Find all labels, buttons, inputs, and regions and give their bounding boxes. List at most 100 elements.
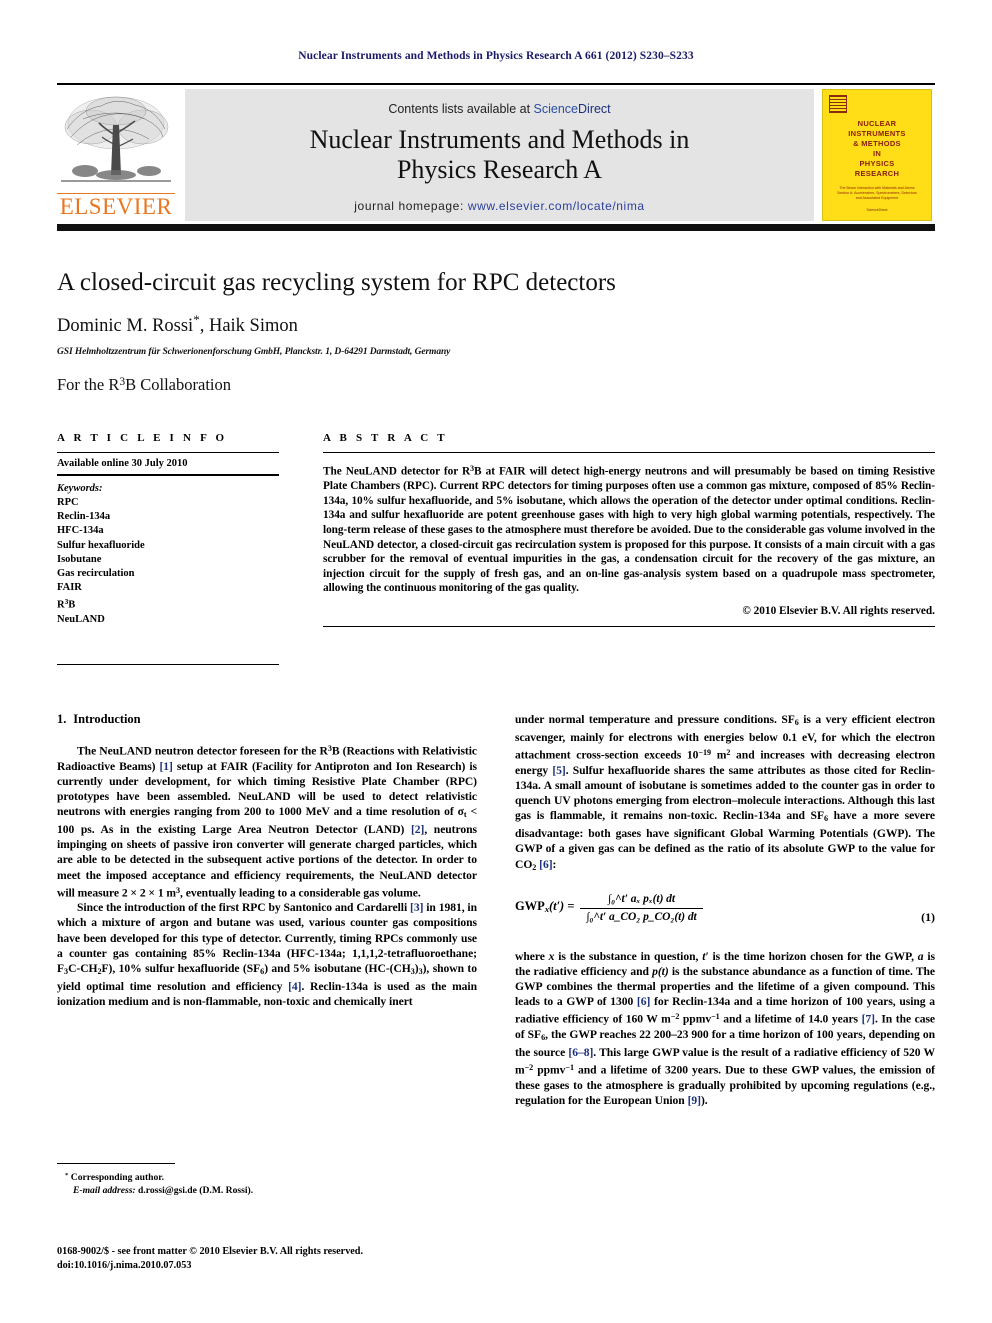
keyword-item: Sulfur hexafluoride bbox=[57, 539, 145, 551]
keyword-item-r3b: R3B bbox=[57, 597, 76, 611]
doi-line[interactable]: doi:10.1016/j.nima.2010.07.053 bbox=[57, 1259, 517, 1273]
cover-publisher-icon bbox=[829, 95, 847, 113]
journal-cover-thumbnail: NUCLEAR INSTRUMENTS & METHODS IN PHYSICS… bbox=[822, 89, 932, 221]
p4-h: and a lifetime of 14.0 years bbox=[719, 1012, 862, 1026]
sciencedirect-link-direct[interactable]: Direct bbox=[578, 102, 611, 116]
keywords-list: RPC Reclin-134a HFC-134a Sulfur hexafluo… bbox=[57, 496, 279, 627]
corresponding-author-note: * Corresponding author. bbox=[57, 1169, 477, 1184]
keyword-item: FAIR bbox=[57, 582, 82, 594]
journal-banner: Contents lists available at ScienceDirec… bbox=[185, 89, 814, 221]
citation-ref-1[interactable]: [1] bbox=[160, 760, 173, 773]
cover-subtitle: The Beam Interaction with Materials and … bbox=[837, 186, 917, 200]
collaboration-pre: For the R bbox=[57, 375, 120, 395]
available-online: Available online 30 July 2010 bbox=[57, 458, 188, 469]
abstract-part-2: B at FAIR will detect high-energy neutro… bbox=[323, 465, 936, 595]
citation-ref-7[interactable]: [7] bbox=[862, 1013, 875, 1026]
p4-sup3: −2 bbox=[524, 1062, 534, 1072]
equation-body: GWPx(t′) = ∫₀^t′ aₓ pₓ(t) dt ∫₀^t′ a_CO₂… bbox=[515, 892, 703, 925]
equation-lhs-arg: (t′) = bbox=[549, 899, 575, 914]
contents-available-line: Contents lists available at ScienceDirec… bbox=[185, 89, 814, 116]
contents-label: Contents lists available at bbox=[388, 102, 534, 116]
paragraph-2: Since the introduction of the first RPC … bbox=[57, 900, 477, 1009]
elsevier-wordmark: ELSEVIER bbox=[57, 193, 175, 219]
article-info-column: A R T I C L E I N F O Available online 3… bbox=[57, 432, 279, 627]
footnote-block: * Corresponding author. E-mail address: … bbox=[57, 1163, 477, 1197]
abstract-rule-bottom bbox=[323, 625, 935, 627]
keyword-item: RPC bbox=[57, 497, 79, 508]
equation-lhs-text: GWP bbox=[515, 899, 545, 914]
cover-title: NUCLEAR INSTRUMENTS & METHODS IN PHYSICS… bbox=[823, 113, 931, 179]
p4-var-pt: p(t) bbox=[652, 964, 669, 978]
collaboration-line: For the R3B Collaboration bbox=[57, 375, 935, 395]
citation-ref-4[interactable]: [4] bbox=[288, 980, 301, 993]
cover-title-line-3: IN bbox=[872, 149, 882, 158]
p4-g: ppmv bbox=[679, 1012, 712, 1026]
article-info-rule-mid bbox=[57, 474, 279, 476]
footnote-marker: * bbox=[65, 1172, 69, 1179]
email-value[interactable]: d.rossi@gsi.de (D.M. Rossi). bbox=[136, 1185, 253, 1196]
p3-a: under normal temperature and pressure co… bbox=[515, 713, 795, 726]
abstract-text: The NeuLAND detector for R3B at FAIR wil… bbox=[323, 462, 935, 596]
cover-title-line-4: PHYSICS bbox=[859, 159, 895, 168]
keyword-item: Isobutane bbox=[57, 553, 102, 565]
sciencedirect-link-science[interactable]: Science bbox=[534, 102, 578, 116]
cover-title-line-5: RESEARCH bbox=[854, 169, 900, 178]
citation-ref-2[interactable]: [2] bbox=[411, 823, 424, 836]
abstract-rule-top bbox=[323, 452, 935, 453]
citation-ref-6[interactable]: [6] bbox=[539, 858, 552, 871]
title-block: A closed-circuit gas recycling system fo… bbox=[57, 268, 935, 395]
corresponding-author-text: Corresponding author. bbox=[70, 1172, 165, 1184]
article-info-rule-bottom bbox=[57, 664, 279, 665]
section-heading-introduction: 1. Introduction bbox=[57, 712, 477, 727]
p1-f: , eventually leading to a considerable g… bbox=[180, 886, 421, 900]
article-info-heading: A R T I C L E I N F O bbox=[57, 432, 228, 444]
paragraph-3: under normal temperature and pressure co… bbox=[515, 712, 935, 875]
paper-title: A closed-circuit gas recycling system fo… bbox=[57, 269, 616, 296]
section-title: Introduction bbox=[73, 712, 141, 726]
keyword-item: NeuLAND bbox=[57, 613, 105, 625]
p4-c: is the time horizon chosen for the GWP, bbox=[708, 949, 918, 963]
abstract-heading: A B S T R A C T bbox=[323, 432, 448, 444]
p3-h: : bbox=[552, 857, 557, 871]
p1-a: The NeuLAND neutron detector foreseen fo… bbox=[77, 744, 328, 758]
equation-lhs: GWPx(t′) = bbox=[515, 899, 574, 917]
issn-doi-block: 0168-9002/$ - see front matter © 2010 El… bbox=[57, 1245, 517, 1273]
elsevier-tree-icon bbox=[57, 89, 175, 193]
section-number: 1. bbox=[57, 712, 67, 726]
footnote-rule bbox=[57, 1163, 175, 1164]
p4-sup4: −1 bbox=[565, 1062, 574, 1072]
abstract-column: A B S T R A C T The NeuLAND detector for… bbox=[323, 432, 935, 627]
journal-homepage-link[interactable]: www.elsevier.com/locate/nima bbox=[468, 199, 645, 213]
paragraph-1: The NeuLAND neutron detector foreseen fo… bbox=[57, 741, 477, 900]
abstract-part-1: The NeuLAND detector for R bbox=[323, 465, 471, 478]
citation-ref-9[interactable]: [9] bbox=[688, 1094, 701, 1107]
equation-number: (1) bbox=[921, 909, 935, 924]
keyword-item: Reclin-134a bbox=[57, 511, 111, 523]
masthead-top-rule bbox=[57, 83, 935, 85]
journal-homepage-line: journal homepage: www.elsevier.com/locat… bbox=[185, 199, 814, 213]
p4-b: is the substance in question, bbox=[554, 949, 703, 963]
left-column: 1. Introduction The NeuLAND neutron detec… bbox=[57, 712, 477, 1009]
keywords-heading: Keywords: bbox=[57, 483, 103, 494]
p2-d: F), 10% sulfur hexafluoride (SF bbox=[101, 961, 261, 975]
paper-page: Nuclear Instruments and Methods in Physi… bbox=[0, 0, 992, 1323]
p4-m: and a lifetime of 3200 years. Due to the… bbox=[515, 1063, 935, 1107]
cover-title-line-0: NUCLEAR bbox=[857, 119, 897, 128]
elsevier-logo: ELSEVIER bbox=[57, 89, 175, 221]
author-list: Dominic M. Rossi*, Haik Simon bbox=[57, 312, 935, 337]
paragraph-4: where x is the substance in question, t′… bbox=[515, 949, 935, 1108]
journal-masthead: ELSEVIER Contents lists available at Sci… bbox=[57, 83, 935, 225]
citation-ref-6b[interactable]: [6] bbox=[637, 995, 650, 1008]
journal-title-line-1: Nuclear Instruments and Methods in bbox=[309, 125, 690, 154]
author-secondary: , Haik Simon bbox=[199, 316, 298, 337]
keyword-r3b-superscript: 3 bbox=[64, 597, 69, 607]
email-note: E-mail address: d.rossi@gsi.de (D.M. Ros… bbox=[57, 1184, 477, 1197]
p4-sup2: −1 bbox=[711, 1012, 720, 1021]
cover-title-line-2: & METHODS bbox=[853, 139, 901, 148]
journal-title-line-2: Physics Research A bbox=[396, 155, 603, 184]
email-label: E-mail address: bbox=[73, 1185, 136, 1197]
citation-ref-5[interactable]: [5] bbox=[552, 764, 565, 777]
affiliation: GSI Helmholtzzentrum für Schwerionenfors… bbox=[57, 347, 451, 358]
citation-ref-6-8[interactable]: [6–8] bbox=[568, 1046, 593, 1059]
citation-ref-3[interactable]: [3] bbox=[410, 901, 423, 914]
